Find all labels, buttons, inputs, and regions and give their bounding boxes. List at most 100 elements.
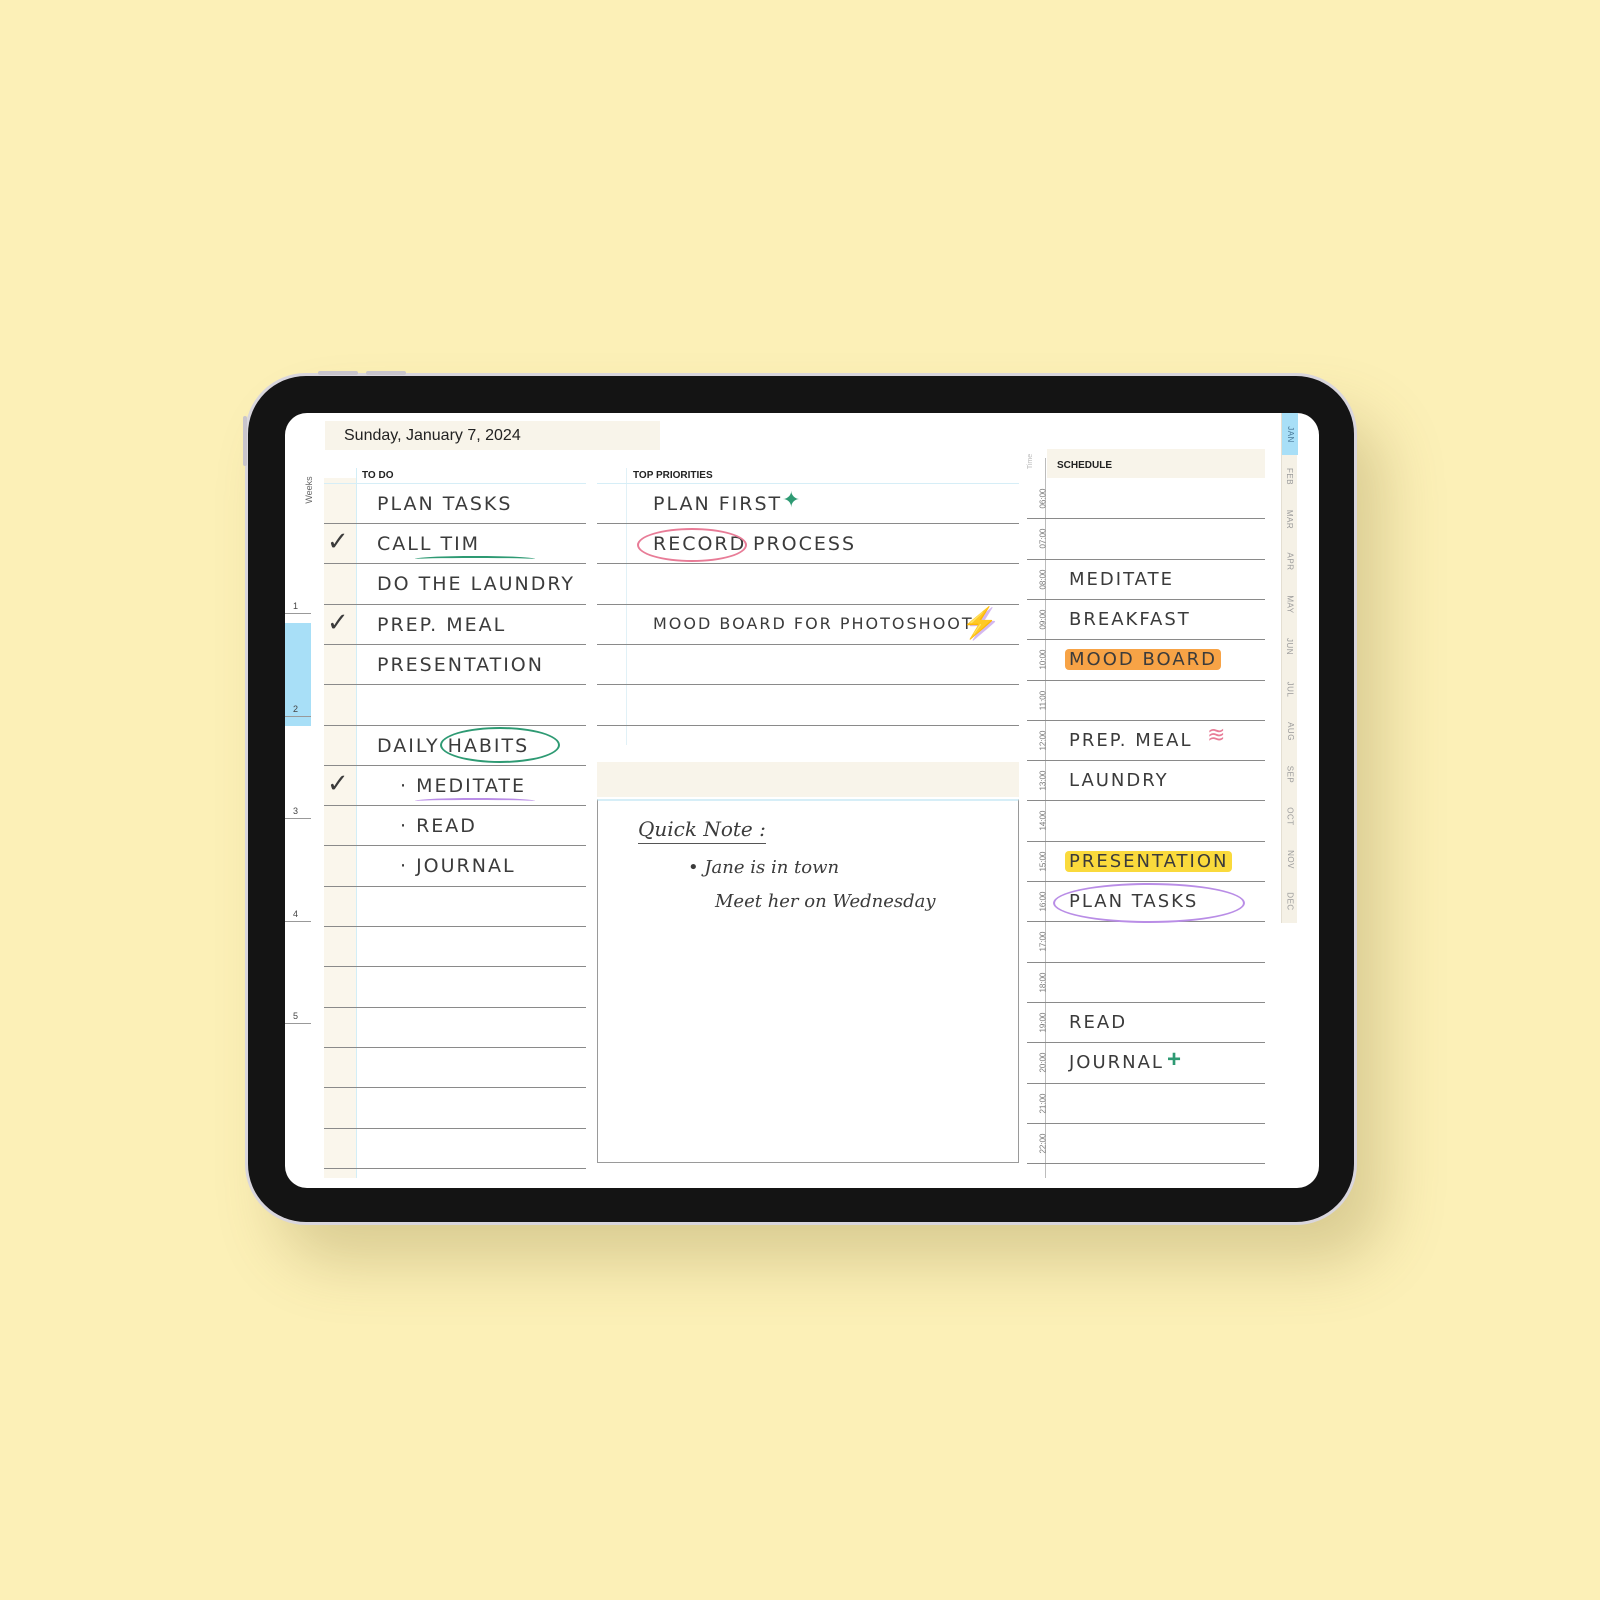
todo-item-text: PLAN TASKS [377,492,513,515]
week-tick[interactable] [285,613,311,614]
time-label: 09:00 [1038,609,1048,630]
schedule-slot[interactable] [1027,921,1265,961]
month-tab-dec[interactable]: DEC [1282,881,1298,923]
week-number[interactable]: 2 [293,704,298,714]
month-tab-label: JUL [1285,681,1295,697]
schedule-slot-text: READ [1069,1011,1128,1033]
month-tab-mar[interactable]: MAR [1282,498,1298,540]
circle-mark [1053,883,1245,923]
time-label: 21:00 [1038,1092,1048,1114]
todo-row-divider [324,926,586,927]
schedule-slot[interactable] [1027,800,1265,840]
weeks-label: Weeks [304,476,314,504]
week-number[interactable]: 5 [293,1011,298,1021]
priority-row-divider [597,724,1019,726]
todo-row-divider [324,885,586,887]
power-button [243,416,247,466]
quick-note-box[interactable]: Quick Note : • Jane is in town Meet her … [597,799,1019,1163]
sparkle-icon: ✦ [782,486,801,512]
schedule-slot-text: PRESENTATION [1065,850,1233,872]
month-tab-label: DEC [1285,892,1295,911]
time-label: 20:00 [1038,1052,1048,1073]
schedule-slot[interactable] [1027,478,1265,518]
priority-item-text: PLAN FIRST [653,492,783,515]
month-tab-feb[interactable]: FEB [1282,456,1298,498]
todo-row-divider [324,1127,586,1129]
quick-note-line-2: Meet her on Wednesday [715,891,936,912]
priorities-title: TOP PRIORITIES [633,470,713,481]
todo-row-divider [324,1087,586,1089]
priority-item[interactable] [597,684,1019,724]
plus-icon: + [1167,1046,1182,1074]
time-label: 12:00 [1038,730,1048,751]
month-tab-nov[interactable]: NOV [1282,838,1298,880]
circle-mark [637,528,747,562]
schedule-slot[interactable] [1027,1083,1265,1123]
quick-note-title: Quick Note : [638,817,766,844]
week-number[interactable]: 3 [293,806,298,816]
time-label: 13:00 [1038,770,1048,791]
month-tab-may[interactable]: MAY [1282,583,1298,625]
time-label: 16:00 [1038,891,1048,912]
schedule-slot[interactable] [1027,962,1265,1002]
week-tick[interactable] [285,1023,311,1024]
lightning-icon: ⚡ [961,606,999,640]
priority-item-text: MOOD BOARD FOR PHOTOSHOOT [653,613,974,633]
priority-item[interactable] [597,563,1019,603]
month-tab-apr[interactable]: APR [1282,541,1298,583]
quick-note-header-bar [597,762,1019,797]
time-label: 15:00 [1038,851,1048,872]
time-label: 11:00 [1038,690,1048,710]
month-tab-label: JAN [1285,425,1295,443]
volume-button [366,371,406,375]
month-tab-label: OCT [1285,807,1295,826]
month-tab-jan[interactable]: JAN [1282,413,1298,455]
month-tab-sep[interactable]: SEP [1282,753,1298,795]
month-tab-label: AUG [1285,722,1295,741]
month-tab-aug[interactable]: AUG [1282,711,1298,753]
todo-item-text: DO THE LAUNDRY [377,573,575,596]
priority-item[interactable] [597,644,1019,684]
schedule-slot-text: BREAKFAST [1069,608,1191,630]
schedule-row-divider [1027,1163,1265,1165]
month-tab-jul[interactable]: JUL [1282,668,1298,710]
todo-title: TO DO [362,470,394,481]
todo-item-text: PREP. MEAL [377,613,507,636]
checkmark-icon[interactable]: ✓ [327,527,349,557]
week-tick[interactable] [285,921,311,922]
schedule-slot-text: MOOD BOARD [1065,649,1222,671]
time-label: 17:00 [1038,931,1048,952]
month-tab-label: FEB [1285,467,1295,486]
time-label: 06:00 [1038,488,1048,509]
month-tab-label: SEP [1285,765,1295,783]
month-tab-oct[interactable]: OCT [1282,796,1298,838]
checkmark-icon[interactable]: ✓ [327,608,349,638]
week-tick[interactable] [285,818,311,819]
time-label: 08:00 [1038,569,1048,590]
todo-row-divider [324,966,586,968]
month-tab-jun[interactable]: JUN [1282,626,1298,668]
schedule-slot-text: MEDITATE [1069,568,1174,590]
todo-item-text: CALL TIM [377,533,481,555]
schedule-slot[interactable] [1027,1002,1265,1042]
schedule-slot[interactable] [1027,680,1265,720]
schedule-slot[interactable] [1027,518,1265,558]
time-label: 18:00 [1038,972,1048,993]
time-column-label: Time [1027,453,1035,470]
month-tab-label: JUN [1285,637,1295,656]
todo-item-text: PRESENTATION [377,653,544,676]
month-tabs: JAN FEB MAR APR MAY JUN JUL AUG SEP OCT NOV DEC [1281,413,1298,923]
schedule-slot[interactable] [1027,1123,1265,1163]
underline-mark [415,556,535,562]
week-number[interactable]: 4 [293,909,298,919]
volume-button [318,371,358,375]
checkmark-icon[interactable]: ✓ [327,769,349,799]
time-label: 07:00 [1038,528,1048,549]
todo-item-text: · MEDITATE [400,774,526,797]
squiggle-icon: ≋ [1207,721,1226,747]
todo-item[interactable] [324,684,586,724]
week-tick[interactable] [285,716,311,717]
week-number[interactable]: 1 [293,601,298,611]
underline-mark [415,797,535,804]
schedule-slot-text: PREP. MEAL [1069,729,1193,751]
